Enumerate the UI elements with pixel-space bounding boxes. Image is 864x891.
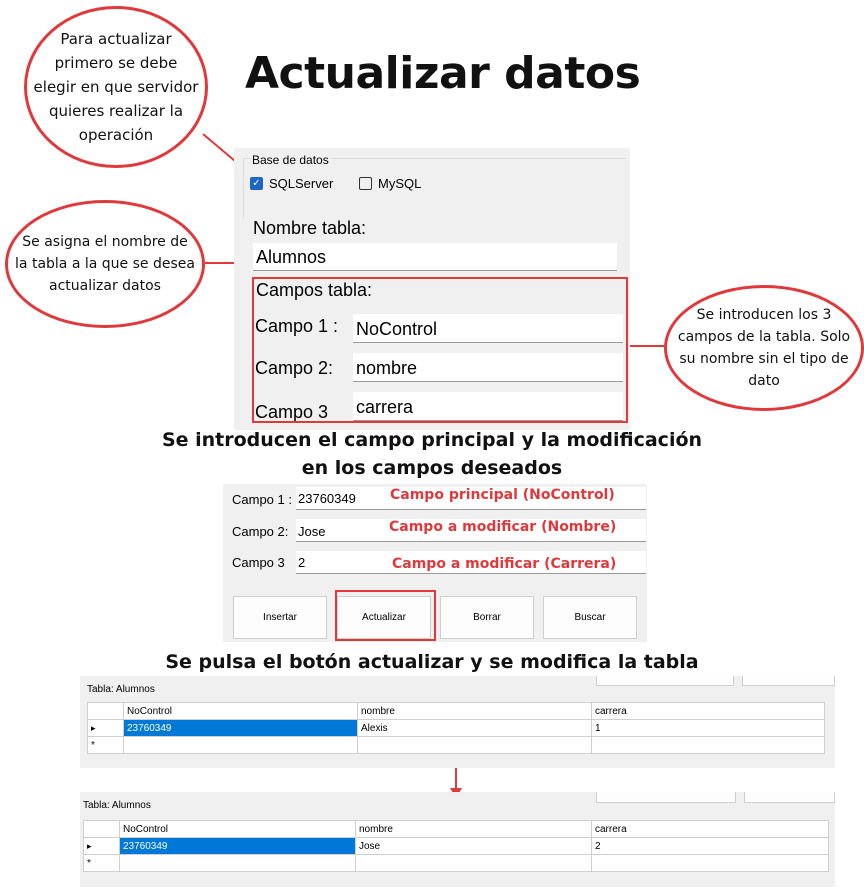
nombre-tabla-input[interactable]: Alumnos [253, 243, 617, 271]
column-header[interactable]: nombre [357, 702, 592, 720]
column-header[interactable]: carrera [591, 702, 825, 720]
table-panel-before: Tabla: Alumnos NoControl nombre carrera … [80, 676, 835, 768]
grid-header-row: NoControl nombre carrera [83, 820, 829, 838]
grid-cell[interactable] [591, 854, 829, 872]
note-campo-carrera: Campo a modificar (Carrera) [392, 556, 617, 572]
table-row-new[interactable]: * [87, 736, 825, 754]
note-bubble-server: Para actualizar primero se debe elegir e… [24, 6, 208, 168]
campo3-label-2: Campo 3 [232, 555, 285, 570]
row-marker-icon: ▸ [83, 837, 120, 855]
note-bubble-table: Se asigna el nombre de la tabla a la que… [5, 200, 205, 328]
table-row[interactable]: ▸ 23760349 Alexis 1 [87, 719, 825, 737]
actualizar-highlight-box [335, 590, 436, 641]
grid-cell[interactable] [357, 736, 592, 754]
grid-cell[interactable]: 2 [591, 837, 829, 855]
table-label-before: Tabla: Alumnos [87, 684, 155, 695]
mysql-checkbox[interactable]: MySQL [359, 176, 421, 191]
new-row-icon: * [83, 854, 120, 872]
grid-cell[interactable] [591, 736, 825, 754]
sqlserver-checkbox[interactable]: ✓ SQLServer [250, 176, 333, 191]
data-grid-after[interactable]: NoControl nombre carrera ▸ 23760349 Jose… [83, 820, 829, 872]
nombre-tabla-label: Nombre tabla: [253, 218, 367, 238]
partial-button [596, 792, 736, 803]
new-row-icon: * [87, 736, 124, 754]
row-marker-icon: ▸ [87, 719, 124, 737]
partial-button [744, 792, 835, 803]
mysql-label: MySQL [378, 176, 422, 191]
borrar-button[interactable]: Borrar [440, 596, 534, 639]
grid-cell[interactable]: Jose [355, 837, 592, 855]
campo2-label-2: Campo 2: [232, 524, 289, 539]
data-grid-before[interactable]: NoControl nombre carrera ▸ 23760349 Alex… [87, 702, 825, 754]
buscar-button[interactable]: Buscar [543, 596, 637, 639]
grid-cell[interactable] [123, 736, 358, 754]
insertar-button[interactable]: Insertar [233, 596, 327, 639]
table-row[interactable]: ▸ 23760349 Jose 2 [83, 837, 829, 855]
grid-cell[interactable]: 1 [591, 719, 825, 737]
grid-cell[interactable] [355, 854, 592, 872]
page-title: Actualizar datos [245, 48, 641, 99]
note-campo-principal: Campo principal (NoControl) [390, 487, 615, 503]
partial-button [596, 676, 734, 686]
table-panel-after: Tabla: Alumnos NoControl nombre carrera … [80, 792, 835, 887]
row-header-cell [83, 820, 120, 838]
checkbox-box-icon [359, 177, 372, 190]
sqlserver-label: SQLServer [269, 176, 334, 191]
grid-header-row: NoControl nombre carrera [87, 702, 825, 720]
grid-cell[interactable]: 23760349 [123, 719, 358, 737]
database-group-label: Base de datos [250, 153, 331, 167]
row-header-cell [87, 702, 124, 720]
section-heading-modify: Se introducen el campo principal y la mo… [161, 429, 703, 479]
section-heading-result: Se pulsa el botón actualizar y se modifi… [165, 651, 699, 673]
partial-button [742, 676, 835, 686]
note-bubble-fields: Se introducen los 3 campos de la tabla. … [664, 285, 864, 411]
grid-cell[interactable]: 23760349 [119, 837, 356, 855]
table-row-new[interactable]: * [83, 854, 829, 872]
grid-cell[interactable] [119, 854, 356, 872]
table-label-after: Tabla: Alumnos [83, 800, 151, 811]
checkmark-icon: ✓ [250, 177, 263, 190]
grid-cell[interactable]: Alexis [357, 719, 592, 737]
campo1-label-2: Campo 1 : [232, 492, 292, 507]
column-header[interactable]: carrera [591, 820, 829, 838]
note-campo-nombre: Campo a modificar (Nombre) [389, 519, 617, 535]
column-header[interactable]: NoControl [123, 702, 358, 720]
column-header[interactable]: NoControl [119, 820, 356, 838]
column-header[interactable]: nombre [355, 820, 592, 838]
campos-highlight-box [252, 277, 628, 423]
